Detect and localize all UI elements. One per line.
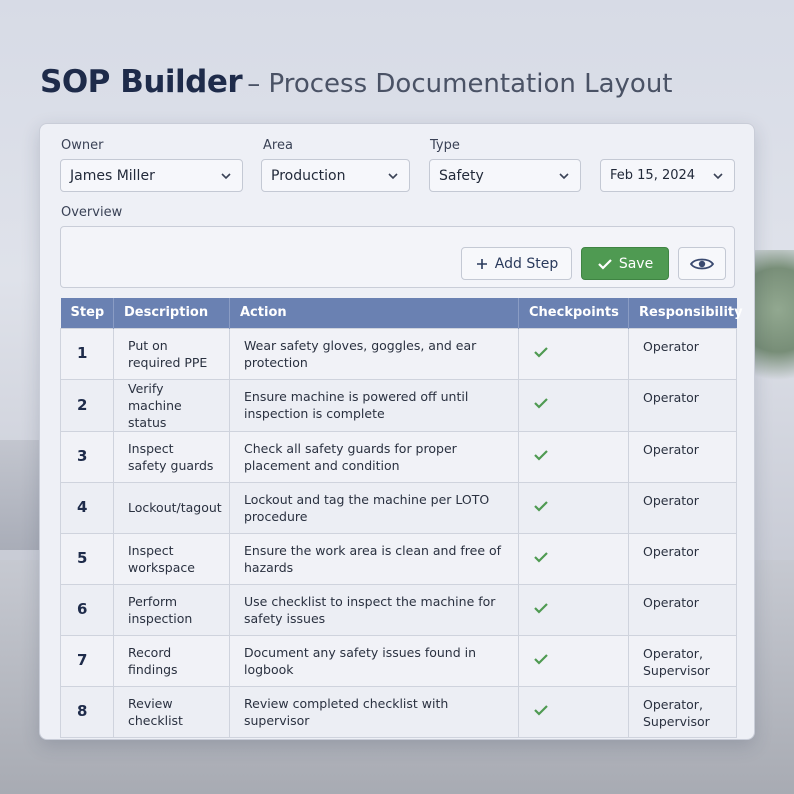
step-action: Review completed checklist with supervis… — [229, 685, 519, 738]
background-plant — [754, 250, 794, 400]
date-select[interactable]: Feb 15, 2024 — [600, 159, 735, 192]
step-number: 4 — [60, 481, 114, 534]
table-header-row: Step Description Action Checkpoints Resp… — [60, 298, 743, 328]
step-number: 5 — [60, 532, 114, 585]
app-subtitle: – Process Documentation Layout — [247, 69, 673, 99]
step-description: Verify machine status — [113, 378, 230, 432]
step-checkpoint[interactable] — [518, 532, 629, 585]
step-description: Inspect workspace — [113, 532, 230, 585]
type-value: Safety — [439, 167, 484, 184]
column-header-description[interactable]: Description — [113, 298, 230, 328]
table-row[interactable]: 7 Record findings Document any safety issu… — [60, 634, 737, 687]
area-label: Area — [263, 138, 293, 153]
owner-select[interactable]: James Miller — [60, 159, 243, 192]
area-select[interactable]: Production — [261, 159, 410, 192]
checkmark-icon — [534, 449, 548, 461]
step-responsibility: Operator, Supervisor — [628, 634, 737, 687]
overview-label: Overview — [61, 205, 123, 220]
save-label: Save — [618, 255, 654, 272]
add-step-label: Add Step — [494, 255, 559, 272]
step-description: Perform inspection — [113, 583, 230, 636]
column-header-action[interactable]: Action — [229, 298, 519, 328]
step-action: Check all safety guards for proper place… — [229, 430, 519, 483]
table-row[interactable]: 3 Inspect safety guards Check all safety g… — [60, 430, 737, 483]
step-checkpoint[interactable] — [518, 430, 629, 483]
type-select[interactable]: Safety — [429, 159, 581, 192]
step-action: Ensure the work area is clean and free o… — [229, 532, 519, 585]
table-row[interactable]: 2 Verify machine status Ensure machine is … — [60, 378, 737, 432]
step-responsibility: Operator — [628, 481, 737, 534]
step-action: Document any safety issues found in logb… — [229, 634, 519, 687]
checkmark-icon — [534, 500, 548, 512]
table-row[interactable]: 6 Perform inspection Use checklist to insp… — [60, 583, 737, 636]
step-description: Lockout/tagout — [113, 481, 230, 534]
checkmark-icon — [534, 398, 548, 409]
step-responsibility: Operator — [628, 583, 737, 636]
chevron-down-icon — [221, 173, 231, 180]
step-checkpoint[interactable] — [518, 327, 629, 380]
step-number: 2 — [60, 378, 114, 432]
page-title: SOP Builder – Process Documentation Layo… — [40, 64, 673, 100]
type-label: Type — [430, 138, 460, 153]
chevron-down-icon — [388, 173, 398, 180]
add-step-button[interactable]: Add Step — [461, 247, 572, 280]
table-row[interactable]: 4 Lockout/tagout Lockout and tag the machi… — [60, 481, 737, 534]
plus-icon — [476, 258, 487, 269]
step-checkpoint[interactable] — [518, 481, 629, 534]
step-description: Review checklist — [113, 685, 230, 738]
step-description: Record findings — [113, 634, 230, 687]
step-responsibility: Operator — [628, 378, 737, 432]
table-row[interactable]: 8 Review checklist Review completed checkl… — [60, 685, 737, 738]
background-shelf — [0, 440, 40, 550]
date-value: Feb 15, 2024 — [610, 168, 696, 183]
checkmark-icon — [534, 653, 548, 665]
step-action: Wear safety gloves, goggles, and ear pro… — [229, 327, 519, 380]
area-value: Production — [271, 167, 346, 184]
steps-table: Step Description Action Checkpoints Resp… — [60, 298, 743, 738]
table-body: 1 Put on required PPE Wear safety gloves, … — [60, 327, 737, 738]
step-action: Ensure machine is powered off until insp… — [229, 378, 519, 432]
step-checkpoint[interactable] — [518, 583, 629, 636]
column-header-checkpoints[interactable]: Checkpoints — [518, 298, 629, 328]
step-number: 6 — [60, 583, 114, 636]
checkmark-icon — [534, 551, 548, 563]
sop-form-card: Owner James Miller Area Production Type … — [39, 123, 755, 740]
chevron-down-icon — [713, 173, 723, 180]
step-responsibility: Operator — [628, 532, 737, 585]
column-header-step[interactable]: Step — [60, 298, 114, 328]
step-checkpoint[interactable] — [518, 378, 629, 432]
checkmark-icon — [534, 602, 548, 614]
step-checkpoint[interactable] — [518, 634, 629, 687]
step-checkpoint[interactable] — [518, 685, 629, 738]
step-description: Put on required PPE — [113, 327, 230, 380]
owner-value: James Miller — [70, 167, 155, 184]
step-number: 1 — [60, 327, 114, 380]
preview-button[interactable] — [678, 247, 726, 280]
save-button[interactable]: Save — [581, 247, 669, 280]
owner-label: Owner — [61, 138, 104, 153]
step-number: 8 — [60, 685, 114, 738]
chevron-down-icon — [559, 173, 569, 180]
checkmark-icon — [534, 704, 548, 716]
step-action: Use checklist to inspect the machine for… — [229, 583, 519, 636]
step-description: Inspect safety guards — [113, 430, 230, 483]
step-responsibility: Operator — [628, 430, 737, 483]
app-title: SOP Builder — [40, 64, 243, 100]
eye-icon — [690, 258, 714, 269]
step-responsibility: Operator, Supervisor — [628, 685, 737, 738]
step-number: 7 — [60, 634, 114, 687]
step-action: Lockout and tag the machine per LOTO pro… — [229, 481, 519, 534]
table-row[interactable]: 1 Put on required PPE Wear safety gloves, … — [60, 327, 737, 380]
checkmark-icon — [534, 346, 548, 358]
step-number: 3 — [60, 430, 114, 483]
step-responsibility: Operator — [628, 327, 737, 380]
checkmark-icon — [598, 258, 612, 270]
table-row[interactable]: 5 Inspect workspace Ensure the work area i… — [60, 532, 737, 585]
column-header-responsibility[interactable]: Responsibility — [628, 298, 743, 328]
